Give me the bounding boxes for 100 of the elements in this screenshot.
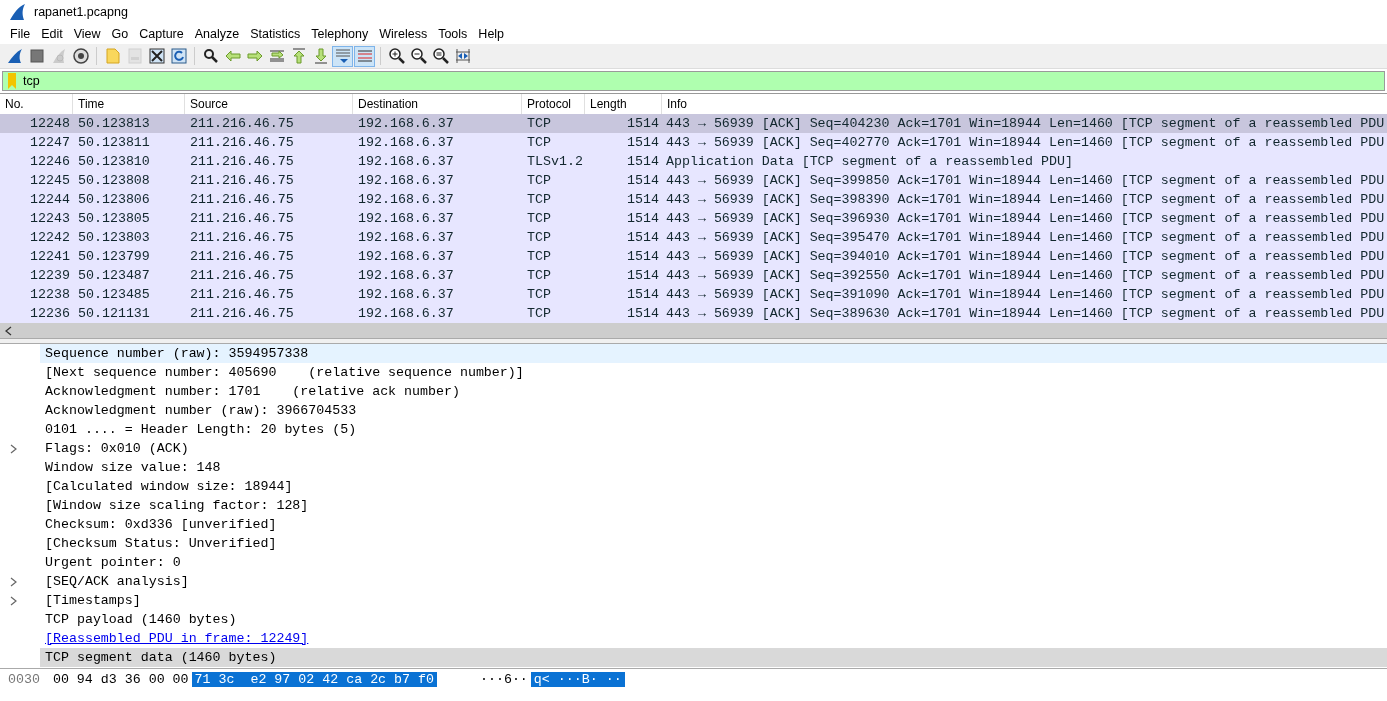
table-cell-text: 443 → 56939 [ACK] Seq=402770 Ack=1701 Win=18944 Len=1460 [TCP segment of a reassembled PDU xyxy=(665,134,1386,152)
table-cell-text: 192.168.6.37 xyxy=(357,229,455,247)
packet-row[interactable]: 12247 50.123811 211.216.46.75 192.168.6.37 TCP 1514 443 → 56939 [ACK] Seq=402770 Ack=1701 Win=18944 Len=1460 [TCP segment of a reassembled PDU xyxy=(0,133,1387,152)
packet-row[interactable]: 12248 50.123813 211.216.46.75 192.168.6.37 TCP 1514 443 → 56939 [ACK] Seq=404230 Ack=1701 Win=18944 Len=1460 [TCP segment of a reassembled PDU xyxy=(0,114,1387,133)
scroll-left-icon[interactable] xyxy=(5,325,12,336)
packet-row[interactable]: 12239 50.123487 211.216.46.75 192.168.6.37 TCP 1514 443 → 56939 [ACK] Seq=392550 Ack=1701 Win=18944 Len=1460 [TCP segment of a reassembled PDU xyxy=(0,266,1387,285)
menu-item[interactable]: Capture xyxy=(133,27,189,41)
table-cell-text: 1514 xyxy=(626,210,660,228)
table-cell-text: 12239 xyxy=(29,267,71,285)
detail-row[interactable]: [Calculated window size: 18944] xyxy=(0,477,1387,496)
field-text: [Checksum Status: Unverified] xyxy=(45,536,277,551)
field-text: TCP payload (1460 bytes) xyxy=(45,612,237,627)
packet-row[interactable]: 12238 50.123485 211.216.46.75 192.168.6.37 TCP 1514 443 → 56939 [ACK] Seq=391090 Ack=1701 Win=18944 Len=1460 [TCP segment of a reassembled PDU xyxy=(0,285,1387,304)
detail-row[interactable]: Checksum: 0xd336 [unverified] xyxy=(0,515,1387,534)
table-cell-text: 443 → 56939 [ACK] Seq=389630 Ack=1701 Win=18944 Len=1460 [TCP segment of a reassembled PDU xyxy=(665,305,1386,323)
menu-item[interactable]: Wireless xyxy=(373,27,433,41)
hex-bytes: 71 3c e2 97 02 42 ca 2c b7 f0 xyxy=(191,671,437,687)
detail-row[interactable]: Window size value: 148 xyxy=(0,458,1387,477)
horizontal-scrollbar[interactable] xyxy=(0,323,1387,338)
detail-row[interactable]: [Reassembled PDU in frame: 12249] xyxy=(0,629,1387,648)
table-cell-text: 50.123808 xyxy=(77,172,151,190)
packet-row[interactable]: 12243 50.123805 211.216.46.75 192.168.6.37 TCP 1514 443 → 56939 [ACK] Seq=396930 Ack=1701 Win=18944 Len=1460 [TCP segment of a reassembled PDU xyxy=(0,209,1387,228)
table-cell-text: TCP xyxy=(526,210,552,228)
detail-row[interactable]: [Window size scaling factor: 128] xyxy=(0,496,1387,515)
menu-item[interactable]: Analyze xyxy=(188,27,245,41)
table-cell-text: 211.216.46.75 xyxy=(189,267,295,285)
packet-row[interactable]: 12245 50.123808 211.216.46.75 192.168.6.37 TCP 1514 443 → 56939 [ACK] Seq=399850 Ack=1701 Win=18944 Len=1460 [TCP segment of a reassembled PDU xyxy=(0,171,1387,190)
packet-row[interactable]: 12241 50.123799 211.216.46.75 192.168.6.37 TCP 1514 443 → 56939 [ACK] Seq=394010 Ack=1701 Win=18944 Len=1460 [TCP segment of a reassembled PDU xyxy=(0,247,1387,266)
menu-item[interactable]: Statistics xyxy=(244,27,306,41)
table-cell-text: 192.168.6.37 xyxy=(357,210,455,228)
detail-row[interactable]: Acknowledgment number (raw): 3966704533 xyxy=(0,401,1387,420)
scroll-lines-icon xyxy=(334,48,351,64)
table-cell-text: 211.216.46.75 xyxy=(189,210,295,228)
detail-row[interactable]: [Next sequence number: 405690 (relative sequence number)] xyxy=(0,363,1387,382)
table-cell-text: Application Data [TCP segment of a reassembled PDU] xyxy=(665,153,1074,171)
detail-row[interactable]: [Timestamps] xyxy=(0,591,1387,610)
search-icon xyxy=(202,48,219,64)
display-filter-field[interactable]: tcp xyxy=(2,71,1385,91)
packet-row[interactable]: 12244 50.123806 211.216.46.75 192.168.6.37 TCP 1514 443 → 56939 [ACK] Seq=398390 Ack=1701 Win=18944 Len=1460 [TCP segment of a reassembled PDU xyxy=(0,190,1387,209)
detail-row[interactable]: [Checksum Status: Unverified] xyxy=(0,534,1387,553)
field-text: Acknowledgment number: 1701 (relative ack number) xyxy=(45,384,460,399)
menu-item[interactable]: Tools xyxy=(432,27,473,41)
menu-item[interactable]: View xyxy=(67,27,106,41)
detail-row[interactable]: 0101 .... = Header Length: 20 bytes (5) xyxy=(0,420,1387,439)
field-text: [Window size scaling factor: 128] xyxy=(45,498,309,513)
table-cell-text: 443 → 56939 [ACK] Seq=394010 Ack=1701 Win=18944 Len=1460 [TCP segment of a reassembled PDU xyxy=(665,248,1386,266)
table-cell-text: 443 → 56939 [ACK] Seq=395470 Ack=1701 Win=18944 Len=1460 [TCP segment of a reassembled PDU xyxy=(665,229,1386,247)
table-cell-text: TCP xyxy=(526,286,552,304)
packet-row[interactable]: 12242 50.123803 211.216.46.75 192.168.6.37 TCP 1514 443 → 56939 [ACK] Seq=395470 Ack=1701 Win=18944 Len=1460 [TCP segment of a reassembled PDU xyxy=(0,228,1387,247)
table-cell-text: 192.168.6.37 xyxy=(357,153,455,171)
detail-row[interactable]: TCP payload (1460 bytes) xyxy=(0,610,1387,629)
detail-row[interactable]: Acknowledgment number: 1701 (relative ack number) xyxy=(0,382,1387,401)
table-cell-text: 211.216.46.75 xyxy=(189,248,295,266)
packet-row[interactable]: 12246 50.123810 211.216.46.75 192.168.6.37 TLSv1.2 1514 Application Data [TCP segment of a reassembled PDU] xyxy=(0,152,1387,171)
table-cell-text: 50.123487 xyxy=(77,267,151,285)
table-cell-text: TCP xyxy=(526,134,552,152)
right-arrow-icon xyxy=(246,48,263,64)
detail-row[interactable]: Urgent pointer: 0 xyxy=(0,553,1387,572)
table-cell-text: 50.123813 xyxy=(77,115,151,133)
jump-icon xyxy=(268,48,285,64)
field-text: Sequence number (raw): 3594957338 xyxy=(45,346,309,361)
byte-offset: 0030 xyxy=(7,671,41,687)
toolbar-button[interactable] xyxy=(146,45,167,67)
table-cell-text: 211.216.46.75 xyxy=(189,305,295,323)
table-cell-text: 192.168.6.37 xyxy=(357,172,455,190)
field-text: [Calculated window size: 18944] xyxy=(45,479,293,494)
table-cell-text: 443 → 56939 [ACK] Seq=398390 Ack=1701 Win=18944 Len=1460 [TCP segment of a reassembled PDU xyxy=(665,191,1386,209)
menu-item[interactable]: Help xyxy=(472,27,510,41)
table-cell-text: 1514 xyxy=(626,115,660,133)
table-cell-text: 12243 xyxy=(29,210,71,228)
table-cell-text: 443 → 56939 [ACK] Seq=391090 Ack=1701 Win=18944 Len=1460 [TCP segment of a reassembled PDU xyxy=(665,286,1386,304)
table-cell-text: 12242 xyxy=(29,229,71,247)
table-cell-text: 1514 xyxy=(626,248,660,266)
table-cell-text: 1514 xyxy=(626,305,660,323)
table-cell-text: 192.168.6.37 xyxy=(357,305,455,323)
detail-row[interactable]: Flags: 0x010 (ACK) xyxy=(0,439,1387,458)
ascii-bytes: ···6·· xyxy=(478,671,529,687)
stop-icon xyxy=(28,48,45,64)
menu-item[interactable]: Telephony xyxy=(305,27,374,41)
field-text: TCP segment data (1460 bytes) xyxy=(45,650,277,665)
table-cell-text: 1514 xyxy=(626,267,660,285)
table-cell-text: 12238 xyxy=(29,286,71,304)
packet-row[interactable]: 12236 50.121131 211.216.46.75 192.168.6.37 TCP 1514 443 → 56939 [ACK] Seq=389630 Ack=1701 Win=18944 Len=1460 [TCP segment of a reassembled PDU xyxy=(0,304,1387,323)
table-cell-text: TCP xyxy=(526,248,552,266)
resize-columns-icon xyxy=(454,48,471,64)
left-arrow-icon xyxy=(224,48,241,64)
field-text: [Next sequence number: 405690 (relative sequence number)] xyxy=(45,365,524,380)
menu-item[interactable]: File xyxy=(4,27,36,41)
detail-row[interactable]: [SEQ/ACK analysis] xyxy=(0,572,1387,591)
table-cell-text: 211.216.46.75 xyxy=(189,153,295,171)
zoom-reset-icon xyxy=(432,48,449,64)
menu-item[interactable]: Go xyxy=(105,27,134,41)
table-cell-text: 12247 xyxy=(29,134,71,152)
frame-link[interactable]: [Reassembled PDU in frame: 12249] xyxy=(45,631,309,646)
menu-item[interactable]: Edit xyxy=(35,27,68,41)
toolbar-button[interactable] xyxy=(70,45,91,67)
table-cell-text: 50.123806 xyxy=(77,191,151,209)
reload-icon xyxy=(170,48,187,64)
table-cell-text: 50.123485 xyxy=(77,286,151,304)
table-cell-text: 12241 xyxy=(29,248,71,266)
